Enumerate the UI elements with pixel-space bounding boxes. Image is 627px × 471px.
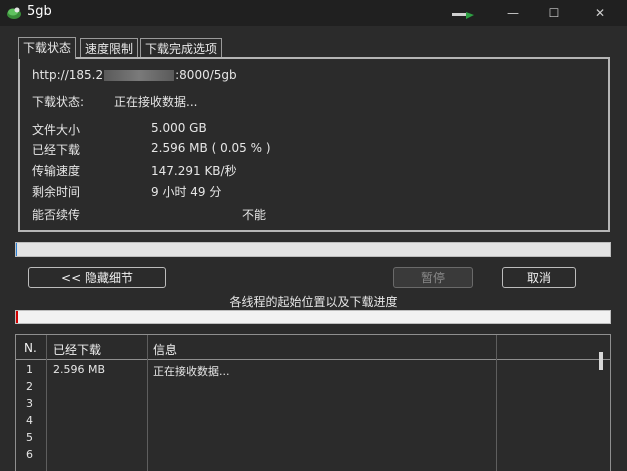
threads-caption: 各线程的起始位置以及下载进度 [229,295,398,309]
tab-label: 下载状态 [23,41,72,55]
row-number: 2 [26,380,33,393]
title-bar: 5gb — ☐ ✕ [0,0,627,26]
window-title: 5gb [27,4,52,19]
threads-table: N. 已经下载 信息 1 2.596 MB 正在接收数据... 2 3 4 5 … [15,334,611,471]
thread-progress-segment [16,311,18,323]
minimize-button[interactable]: — [490,0,536,26]
row-number: 1 [26,363,33,376]
tab-speed-limit[interactable]: 速度限制 [80,38,139,58]
minimize-icon: — [507,6,519,20]
download-progress-bar [15,242,611,257]
tab-label: 速度限制 [85,42,134,56]
downloaded-label: 已经下载 [32,143,81,157]
threads-progress-bar [15,310,611,324]
tab-label: 下载完成选项 [145,42,218,56]
hide-details-button[interactable]: << 隐藏细节 [28,267,166,288]
url-prefix: http://185.2 [32,68,104,82]
row-number: 4 [26,414,33,427]
table-row[interactable]: 5 [16,431,596,448]
table-row[interactable]: 3 [16,397,596,414]
row-info: 正在接收数据... [153,365,230,378]
download-url[interactable]: http://185.2 :8000/5gb [32,68,237,82]
file-size-value: 5.000 GB [151,121,207,135]
row-downloaded: 2.596 MB [53,363,106,376]
pause-button[interactable]: 暂停 [393,267,473,288]
download-indicator-icon [452,12,474,19]
close-icon: ✕ [594,6,606,20]
table-row[interactable]: 2 [16,380,596,397]
row-number: 3 [26,397,33,410]
maximize-button[interactable]: ☐ [531,0,577,26]
file-size-label: 文件大小 [32,123,81,137]
speed-label: 传输速度 [32,164,81,178]
table-row[interactable]: 6 [16,448,596,465]
close-button[interactable]: ✕ [577,0,623,26]
status-label: 下载状态: [32,95,85,109]
table-scrollbar-thumb[interactable] [599,352,603,370]
url-suffix: :8000/5gb [175,68,237,82]
url-redacted [104,70,175,81]
tab-completion-options[interactable]: 下载完成选项 [140,38,223,58]
maximize-icon: ☐ [548,6,560,20]
speed-value: 147.291 KB/秒 [151,164,237,178]
resume-support-value: 不能 [242,208,267,222]
row-number: 5 [26,431,33,444]
cancel-button[interactable]: 取消 [502,267,576,288]
table-row[interactable]: 1 2.596 MB 正在接收数据... [16,363,596,380]
table-header: N. 已经下载 信息 [16,335,610,360]
app-logo-icon [7,7,21,19]
status-value: 正在接收数据... [114,95,198,109]
tab-download-status[interactable]: 下载状态 [18,37,77,59]
remaining-time-label: 剩余时间 [32,185,81,199]
download-status-panel: http://185.2 :8000/5gb 下载状态: 正在接收数据... 文件… [18,57,610,232]
column-header-number[interactable]: N. [24,341,37,355]
column-header-downloaded[interactable]: 已经下载 [53,341,101,358]
row-number: 6 [26,448,33,461]
downloaded-value: 2.596 MB ( 0.05 % ) [151,141,271,155]
resume-support-label: 能否续传 [32,208,81,222]
remaining-time-value: 9 小时 49 分 [151,185,222,199]
column-header-info[interactable]: 信息 [153,341,177,358]
table-row[interactable]: 4 [16,414,596,431]
